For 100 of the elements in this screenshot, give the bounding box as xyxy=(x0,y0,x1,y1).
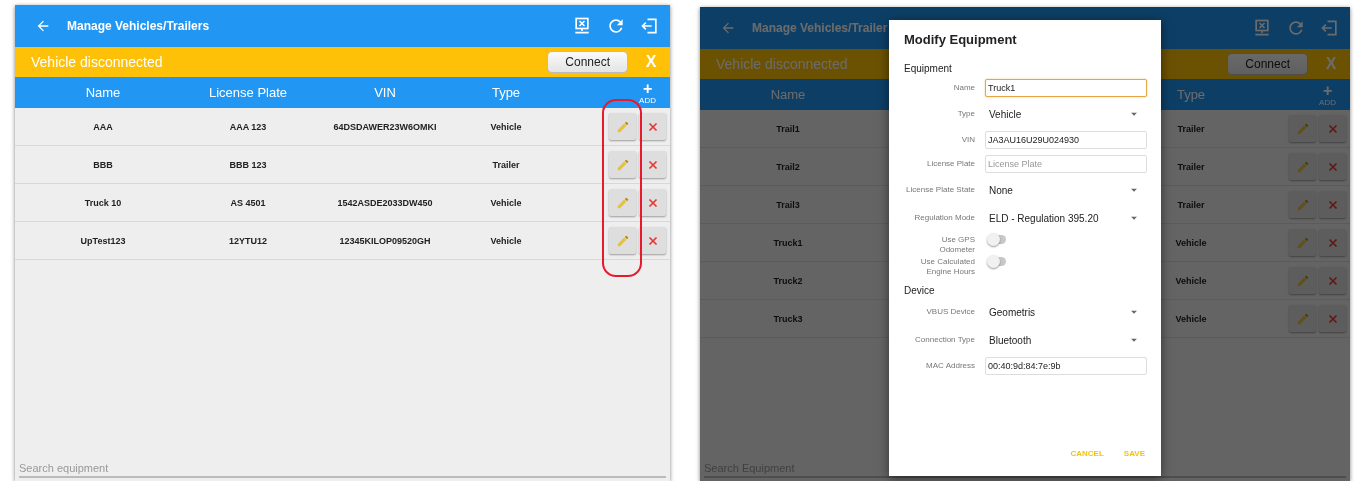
screen-title: Manage Vehicles/Trailer xyxy=(752,21,888,35)
status-text: Vehicle disconnected xyxy=(31,54,163,70)
field-label: Name xyxy=(952,83,975,93)
cross-icon xyxy=(1326,274,1339,287)
table-cell-text: BBB 123 xyxy=(228,159,268,170)
delete-button[interactable] xyxy=(1319,267,1346,294)
table-cell-text: Trail1 xyxy=(775,123,801,134)
table-cell-text: Trail2 xyxy=(775,161,801,172)
field-label: VBUS Device xyxy=(925,307,975,317)
column-header: VIN xyxy=(373,85,397,100)
edit-button[interactable] xyxy=(1289,115,1316,142)
back-icon[interactable] xyxy=(35,18,51,34)
delete-button[interactable] xyxy=(639,113,666,140)
exit-icon[interactable] xyxy=(1320,18,1340,38)
column-header: Type xyxy=(490,85,522,100)
table-cell-text: Vehicle xyxy=(489,197,523,208)
table-cell-text: AS 4501 xyxy=(229,197,267,208)
cross-icon xyxy=(646,234,659,247)
monitor-cross-icon[interactable] xyxy=(572,16,592,36)
text-field[interactable]: 00:40:9d:84:7e:9b xyxy=(985,357,1147,375)
pencil-icon xyxy=(1295,311,1310,326)
add-label: ADD xyxy=(1319,98,1336,107)
dropdown[interactable]: Vehicle xyxy=(985,103,1147,125)
table-cell-text: 12345KILOP09520GH xyxy=(338,235,432,246)
delete-button[interactable] xyxy=(1319,305,1346,332)
table-cell-text: Vehicle xyxy=(1174,313,1208,324)
text-field[interactable]: License Plate xyxy=(985,155,1147,173)
delete-button[interactable] xyxy=(639,151,666,178)
table-cell-text: Truck1 xyxy=(772,237,804,248)
delete-button[interactable] xyxy=(1319,115,1346,142)
table-cell-text: Trailer xyxy=(1176,161,1206,172)
dropdown[interactable]: ELD - Regulation 395.20 xyxy=(985,207,1147,229)
column-header: Name xyxy=(769,87,807,102)
table-cell-text: Vehicle xyxy=(1174,275,1208,286)
field-label: Regulation Mode xyxy=(913,213,975,223)
field-label: Use Calculated Engine Hours xyxy=(919,257,975,277)
refresh-icon[interactable] xyxy=(606,16,626,36)
cross-icon xyxy=(1326,122,1339,135)
field-label: License Plate xyxy=(925,159,975,169)
cross-icon xyxy=(1326,312,1339,325)
pencil-icon xyxy=(1295,121,1310,136)
section-heading: Equipment xyxy=(904,63,953,74)
delete-button[interactable] xyxy=(1319,229,1346,256)
table-cell-text: Truck2 xyxy=(772,275,804,286)
edit-button[interactable] xyxy=(1289,229,1316,256)
add-label: ADD xyxy=(639,96,656,105)
cross-icon xyxy=(1326,236,1339,249)
column-header: License Plate xyxy=(207,85,289,100)
table-cell-text: AAA 123 xyxy=(228,121,268,132)
column-header: Name xyxy=(84,85,122,100)
field-label: VIN xyxy=(960,135,975,145)
dropdown[interactable]: Geometris xyxy=(985,301,1147,323)
text-field[interactable]: Truck1 xyxy=(985,79,1147,97)
table-cell-text: AAA xyxy=(92,121,114,132)
field-label: License Plate State xyxy=(905,185,975,195)
field-label: MAC Address xyxy=(925,361,975,371)
field-label: Use GPS Odometer xyxy=(938,235,975,255)
refresh-icon[interactable] xyxy=(1286,18,1306,38)
cross-icon xyxy=(646,120,659,133)
cross-icon xyxy=(646,196,659,209)
delete-button[interactable] xyxy=(1319,191,1346,218)
back-icon[interactable] xyxy=(720,20,736,36)
table-cell-text: 12YTU12 xyxy=(228,235,268,246)
edit-button[interactable] xyxy=(1289,305,1316,332)
field-label: Connection Type xyxy=(914,335,975,345)
section-heading: Device xyxy=(904,285,936,296)
edit-button[interactable] xyxy=(1289,267,1316,294)
pencil-icon xyxy=(1295,197,1310,212)
table-cell-text: Trailer xyxy=(1176,199,1206,210)
table-cell-text: Vehicle xyxy=(489,235,523,246)
connect-button[interactable]: Connect xyxy=(547,51,628,73)
dropdown[interactable]: Bluetooth xyxy=(985,329,1147,351)
cross-icon xyxy=(1326,198,1339,211)
pencil-icon xyxy=(1295,273,1310,288)
edit-button[interactable] xyxy=(1289,191,1316,218)
delete-button[interactable] xyxy=(639,227,666,254)
text-field[interactable]: JA3AU16U29U024930 xyxy=(985,131,1147,149)
table-cell-text: Truck 10 xyxy=(83,197,123,208)
monitor-cross-icon[interactable] xyxy=(1252,18,1272,38)
delete-button[interactable] xyxy=(639,189,666,216)
exit-icon[interactable] xyxy=(640,16,660,36)
field-label: Type xyxy=(956,109,975,119)
toggle-switch[interactable] xyxy=(989,257,1006,266)
edit-button[interactable] xyxy=(1289,153,1316,180)
delete-button[interactable] xyxy=(1319,153,1346,180)
cross-icon xyxy=(1326,160,1339,173)
column-header: Type xyxy=(1175,87,1207,102)
screen-title: Manage Vehicles/Trailers xyxy=(67,19,210,33)
table-cell-text: Trailer xyxy=(1176,123,1206,134)
pencil-icon xyxy=(615,157,630,172)
table-cell-text: UpTest123 xyxy=(79,235,127,246)
search-field[interactable]: Search equipment xyxy=(19,460,666,478)
dropdown[interactable]: None xyxy=(985,179,1147,201)
status-text: Vehicle disconnected xyxy=(716,56,848,72)
table-cell-text: Trailer xyxy=(491,159,521,170)
table-cell-text: 1542ASDE2033DW450 xyxy=(336,197,434,208)
table-cell-text: Vehicle xyxy=(489,121,523,132)
pencil-icon xyxy=(1295,159,1310,174)
toggle-switch[interactable] xyxy=(989,235,1006,244)
pencil-icon xyxy=(615,119,630,134)
